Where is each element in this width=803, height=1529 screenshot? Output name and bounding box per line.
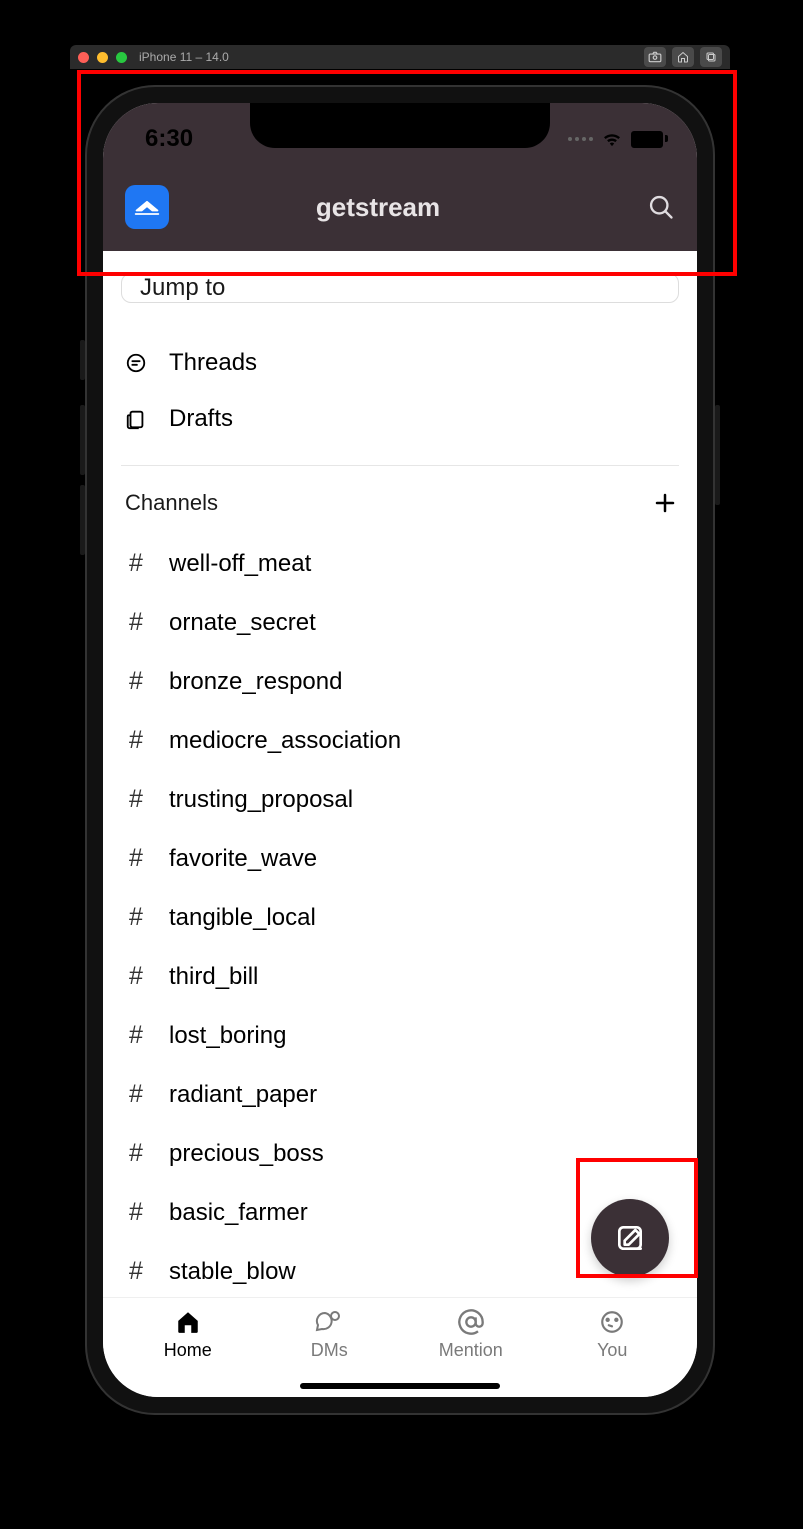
channel-item[interactable]: # lost_boring	[103, 1006, 697, 1065]
wifi-icon	[601, 131, 623, 147]
device-frame: 6:30	[85, 85, 715, 1415]
mention-icon	[456, 1308, 486, 1336]
channel-name: ornate_secret	[169, 609, 316, 637]
maximize-window-dot[interactable]	[116, 52, 127, 63]
hash-icon: #	[125, 726, 147, 755]
channel-list: # well-off_meat # ornate_secret # bronze_resp…	[103, 534, 697, 1297]
threads-icon	[125, 352, 147, 374]
add-channel-button[interactable]	[653, 491, 677, 515]
search-icon	[647, 193, 675, 221]
channel-item[interactable]: # favorite_wave	[103, 829, 697, 888]
channel-item[interactable]: # precious_boss	[103, 1124, 697, 1183]
channel-item[interactable]: # radiant_paper	[103, 1065, 697, 1124]
status-time: 6:30	[145, 125, 193, 153]
plus-icon	[653, 491, 677, 515]
drafts-icon	[125, 408, 147, 430]
volume-up-button	[80, 405, 85, 475]
window-traffic-lights[interactable]	[78, 52, 127, 63]
simulator-titlebar: iPhone 11 – 14.0	[70, 45, 730, 69]
channels-section-header[interactable]: Channels	[103, 466, 697, 534]
channel-name: lost_boring	[169, 1022, 286, 1050]
channel-item[interactable]: # trusting_proposal	[103, 770, 697, 829]
hash-icon: #	[125, 667, 147, 696]
screen: 6:30	[103, 103, 697, 1397]
hash-icon: #	[125, 785, 147, 814]
simulator-title: iPhone 11 – 14.0	[139, 50, 229, 64]
compose-button[interactable]	[591, 1199, 669, 1277]
nav-header: getstream	[103, 163, 697, 251]
channel-name: trusting_proposal	[169, 786, 353, 814]
close-window-dot[interactable]	[78, 52, 89, 63]
content-area: Jump to Threads Drafts	[103, 251, 697, 1297]
channel-name: well-off_meat	[169, 550, 311, 578]
search-button[interactable]	[631, 193, 675, 221]
copy-button[interactable]	[700, 47, 722, 67]
dm-icon	[315, 1308, 343, 1336]
compose-icon	[614, 1222, 646, 1254]
channel-name: stable_blow	[169, 1258, 296, 1286]
hash-icon: #	[125, 962, 147, 991]
hash-icon: #	[125, 1021, 147, 1050]
channel-name: basic_farmer	[169, 1199, 308, 1227]
minimize-window-dot[interactable]	[97, 52, 108, 63]
tab-mention-label: Mention	[439, 1340, 503, 1361]
channels-section-title: Channels	[125, 490, 218, 516]
channel-item[interactable]: # bronze_respond	[103, 652, 697, 711]
jump-to-field[interactable]: Jump to	[121, 273, 679, 303]
tab-dms[interactable]: DMs	[259, 1308, 401, 1361]
channel-item[interactable]: # well-off_meat	[103, 534, 697, 593]
threads-label: Threads	[169, 349, 257, 377]
hash-icon: #	[125, 1080, 147, 1109]
tab-home[interactable]: Home	[117, 1308, 259, 1361]
channel-item[interactable]: # third_bill	[103, 947, 697, 1006]
home-indicator[interactable]	[300, 1383, 500, 1389]
channel-name: radiant_paper	[169, 1081, 317, 1109]
channel-item[interactable]: # ornate_secret	[103, 593, 697, 652]
tab-mention[interactable]: Mention	[400, 1308, 542, 1361]
tab-home-label: Home	[164, 1340, 212, 1361]
channel-item[interactable]: # mediocre_association	[103, 711, 697, 770]
hash-icon: #	[125, 1139, 147, 1168]
hash-icon: #	[125, 549, 147, 578]
mute-switch	[80, 340, 85, 380]
screenshot-button[interactable]	[644, 47, 666, 67]
device-notch	[250, 103, 550, 148]
tab-dms-label: DMs	[311, 1340, 348, 1361]
channel-item[interactable]: # tangible_local	[103, 888, 697, 947]
channel-name: precious_boss	[169, 1140, 324, 1168]
tab-you[interactable]: You	[542, 1308, 684, 1361]
jump-to-label: Jump to	[140, 274, 225, 302]
threads-row[interactable]: Threads	[103, 335, 697, 391]
hash-icon: #	[125, 903, 147, 932]
tab-bar: Home DMs Mention	[103, 1297, 697, 1397]
drafts-row[interactable]: Drafts	[103, 391, 697, 447]
hash-icon: #	[125, 608, 147, 637]
power-button	[715, 405, 720, 505]
channel-name: mediocre_association	[169, 727, 401, 755]
hash-icon: #	[125, 844, 147, 873]
volume-down-button	[80, 485, 85, 555]
hash-icon: #	[125, 1257, 147, 1286]
channel-name: tangible_local	[169, 904, 316, 932]
home-button[interactable]	[672, 47, 694, 67]
home-icon	[175, 1308, 201, 1336]
battery-icon	[631, 131, 665, 147]
channel-name: favorite_wave	[169, 845, 317, 873]
drafts-label: Drafts	[169, 405, 233, 433]
cellular-signal-icon	[568, 137, 593, 141]
workspace-title: getstream	[125, 192, 631, 223]
tab-you-label: You	[597, 1340, 627, 1361]
channel-name: third_bill	[169, 963, 258, 991]
you-icon	[598, 1308, 626, 1336]
hash-icon: #	[125, 1198, 147, 1227]
channel-name: bronze_respond	[169, 668, 342, 696]
